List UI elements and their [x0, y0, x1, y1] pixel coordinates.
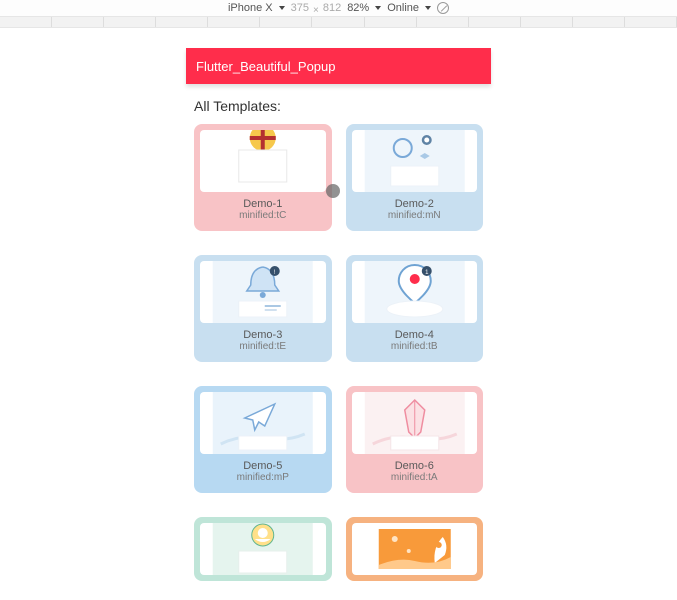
device-selector[interactable]: iPhone X	[228, 2, 285, 14]
card-subtitle: minified:mP	[200, 472, 326, 483]
zoom-value: 82%	[347, 2, 369, 14]
template-thumb	[352, 523, 478, 575]
rocket-icon	[352, 523, 478, 575]
template-grid: Demo-1 minified:tC	[194, 124, 483, 581]
template-card[interactable]: Demo-6 minified:tA	[346, 386, 484, 493]
card-title: Demo-6	[352, 460, 478, 472]
card-subtitle: minified:mN	[352, 210, 478, 221]
gem-icon	[352, 392, 478, 454]
card-title: Demo-1	[200, 198, 326, 210]
avatar-icon	[200, 523, 326, 575]
network-selector[interactable]: Online	[387, 2, 431, 14]
plane-icon	[200, 392, 326, 454]
card-subtitle: minified:tE	[200, 341, 326, 352]
template-thumb	[352, 130, 478, 192]
template-thumb	[352, 392, 478, 454]
template-thumb	[200, 130, 326, 192]
pin-icon: 1	[352, 261, 478, 323]
template-thumb	[200, 392, 326, 454]
card-title: Demo-4	[352, 329, 478, 341]
app-bar: Flutter_Beautiful_Popup	[186, 48, 491, 84]
card-subtitle: minified:tC	[200, 210, 326, 221]
template-card[interactable]: Demo-1 minified:tC	[194, 124, 332, 231]
gift-icon	[200, 130, 326, 192]
card-subtitle: minified:tA	[352, 472, 478, 483]
template-card[interactable]	[346, 517, 484, 581]
device-name: iPhone X	[228, 2, 273, 14]
viewport-width[interactable]: 375	[291, 2, 309, 14]
dimensions: 375 × 812	[291, 2, 342, 14]
card-title: Demo-2	[352, 198, 478, 210]
network-value: Online	[387, 2, 419, 14]
template-card[interactable]: ! Demo-3 minified:tE	[194, 255, 332, 362]
chevron-down-icon	[375, 6, 381, 10]
ruler	[0, 16, 677, 28]
bell-icon: !	[200, 261, 326, 323]
template-card[interactable]: Demo-5 minified:mP	[194, 386, 332, 493]
template-thumb: !	[200, 261, 326, 323]
viewport-height[interactable]: 812	[323, 2, 341, 14]
template-card[interactable]: 1 Demo-4 minified:tB	[346, 255, 484, 362]
camera-icon	[352, 130, 478, 192]
device-viewport: Flutter_Beautiful_Popup All Templates:	[186, 48, 491, 598]
device-stage: Flutter_Beautiful_Popup All Templates:	[0, 28, 677, 598]
chevron-down-icon	[279, 6, 285, 10]
section-title: All Templates:	[194, 98, 483, 114]
card-title: Demo-3	[200, 329, 326, 341]
template-thumb	[200, 523, 326, 575]
template-card[interactable]: Demo-2 minified:mN	[346, 124, 484, 231]
template-card[interactable]	[194, 517, 332, 581]
template-thumb: 1	[352, 261, 478, 323]
zoom-selector[interactable]: 82%	[347, 2, 381, 14]
chevron-down-icon	[425, 6, 431, 10]
no-cache-icon[interactable]	[437, 2, 449, 14]
times-icon: ×	[313, 5, 319, 16]
card-subtitle: minified:tB	[352, 341, 478, 352]
app-content: All Templates: Demo-1 minified:tC	[186, 84, 491, 591]
devtools-bar: iPhone X 375 × 812 82% Online	[0, 0, 677, 16]
card-title: Demo-5	[200, 460, 326, 472]
app-title: Flutter_Beautiful_Popup	[196, 59, 335, 74]
